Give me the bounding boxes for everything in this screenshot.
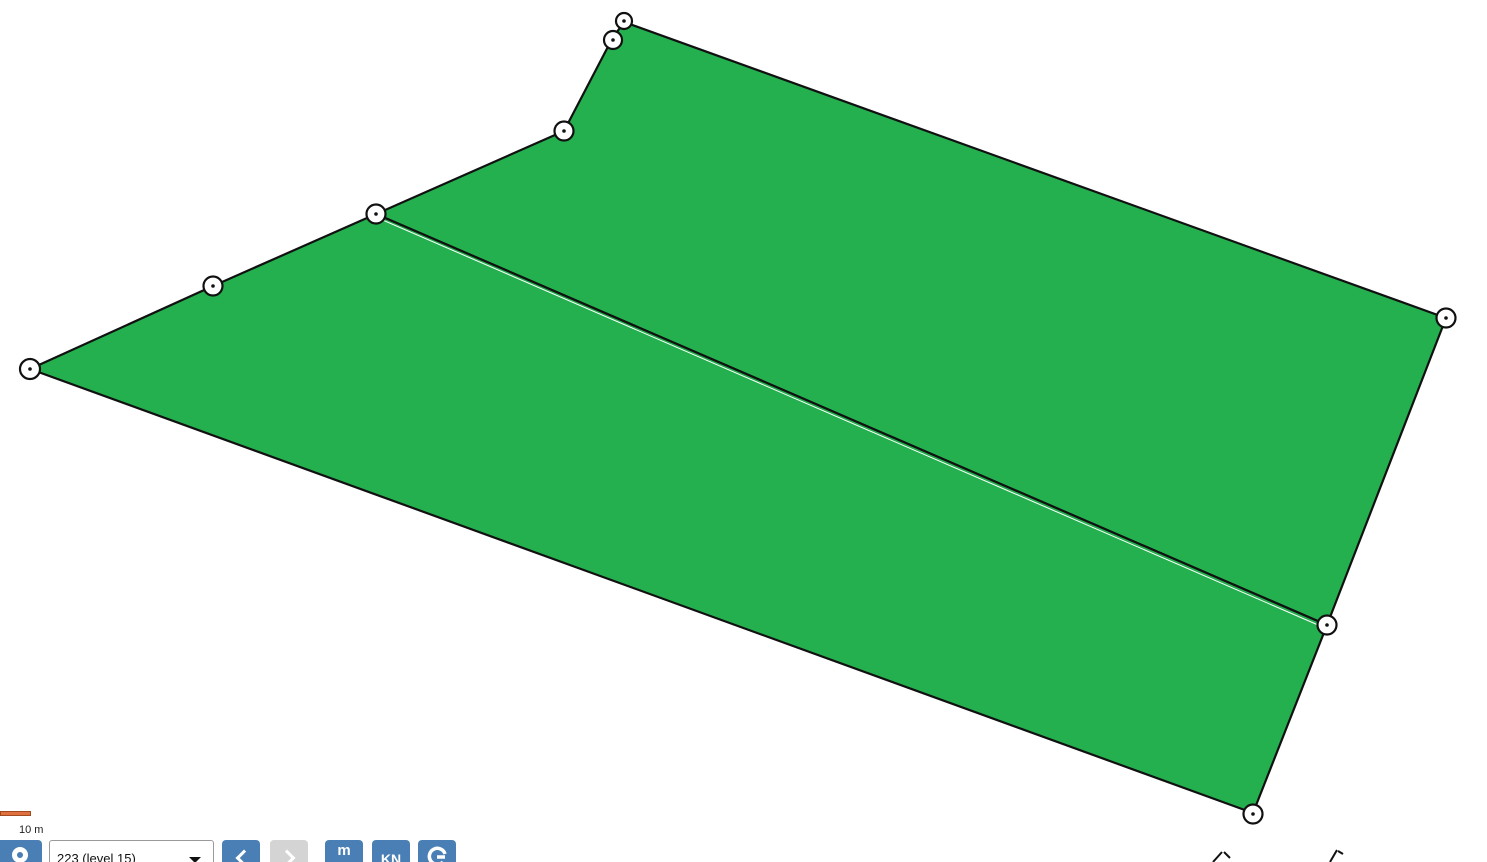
chevron-right-icon bbox=[278, 849, 296, 862]
kn-button-label: KN bbox=[380, 851, 402, 862]
parcel-map[interactable] bbox=[0, 0, 1487, 862]
scale-bar: 10 m bbox=[0, 809, 43, 836]
kn-button[interactable]: KN bbox=[372, 840, 410, 862]
boundary-marker-icon[interactable] bbox=[553, 120, 575, 142]
boundary-marker-icon[interactable] bbox=[202, 275, 224, 297]
level-select[interactable]: 223 (level 15) bbox=[49, 840, 214, 862]
boundary-marker-icon[interactable] bbox=[1242, 803, 1264, 825]
scale-label: 10 m bbox=[19, 824, 44, 836]
map-pin-icon bbox=[12, 847, 28, 862]
g-button[interactable] bbox=[418, 840, 456, 862]
g-logo-icon bbox=[427, 846, 447, 862]
boundary-marker-icon[interactable] bbox=[1316, 614, 1338, 636]
chevron-down-icon bbox=[189, 857, 201, 862]
level-select-value: 223 (level 15) bbox=[57, 851, 136, 862]
map-toolbar: 223 (level 15) m KN bbox=[0, 838, 1487, 862]
m-button[interactable]: m bbox=[325, 840, 363, 862]
location-button[interactable] bbox=[0, 840, 42, 862]
previous-button[interactable] bbox=[222, 840, 260, 862]
scale-bar-line bbox=[0, 811, 31, 816]
boundary-marker-icon[interactable] bbox=[18, 357, 42, 381]
boundary-marker-icon[interactable] bbox=[365, 203, 387, 225]
boundary-marker-icon[interactable] bbox=[602, 29, 624, 51]
chevron-left-icon bbox=[235, 849, 253, 862]
boundary-marker-icon[interactable] bbox=[614, 11, 634, 31]
next-button[interactable] bbox=[270, 840, 308, 862]
boundary-marker-icon[interactable] bbox=[1435, 307, 1457, 329]
m-button-label: m bbox=[337, 842, 351, 859]
map-canvas[interactable]: 10 m 223 (level 15) m KN bbox=[0, 0, 1487, 862]
